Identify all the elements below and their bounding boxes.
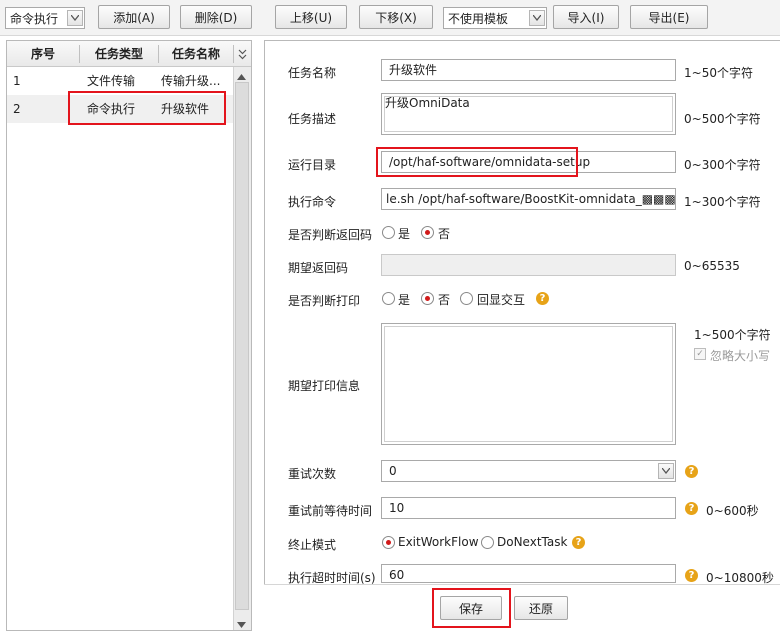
judge-return-yes-label: 是: [398, 227, 411, 241]
expected-return-hint: 0~65535: [684, 259, 740, 273]
expected-return-label: 期望返回码: [288, 261, 349, 275]
judge-print-yes-radio[interactable]: [382, 292, 395, 305]
run-dir-hint: 0~300个字符: [684, 158, 761, 172]
delete-button[interactable]: 删除(D): [180, 5, 252, 29]
retry-wait-label: 重试前等待时间: [288, 504, 373, 518]
task-list: [6, 40, 252, 631]
stop-mode-exit-label: ExitWorkFlow: [398, 535, 479, 549]
import-button-label: 导入(I): [567, 10, 605, 25]
judge-return-no-radio[interactable]: [421, 226, 434, 239]
template-select-value: 不使用模板: [448, 11, 509, 26]
judge-print-label: 是否判断打印: [288, 294, 361, 308]
task-list-header: 序号 任务类型 任务名称: [7, 41, 251, 67]
move-down-button[interactable]: 下移(X): [359, 5, 433, 29]
judge-return-yes-radio[interactable]: [382, 226, 395, 239]
ignore-case-checkbox[interactable]: ✓: [694, 348, 706, 360]
task-desc-textarea[interactable]: 升级OmniData: [381, 93, 676, 135]
stop-mode-exit-radio[interactable]: [382, 536, 395, 549]
exec-cmd-label: 执行命令: [288, 195, 337, 209]
add-button-label: 添加(A): [113, 10, 155, 25]
help-icon[interactable]: ?: [685, 502, 698, 515]
task-type-select-value: 命令执行: [10, 11, 59, 26]
scroll-thumb[interactable]: [235, 82, 249, 610]
export-button[interactable]: 导出(E): [630, 5, 708, 29]
double-chevron-down-icon[interactable]: [234, 41, 251, 67]
chevron-down-icon[interactable]: [658, 463, 674, 479]
expected-return-input[interactable]: [381, 254, 676, 276]
row-index: 1: [13, 74, 21, 88]
task-name-hint: 1~50个字符: [684, 66, 753, 80]
judge-print-echo-radio[interactable]: [460, 292, 473, 305]
delete-button-label: 删除(D): [194, 10, 238, 25]
judge-return-label: 是否判断返回码: [288, 228, 373, 242]
judge-print-yes-label: 是: [398, 293, 411, 307]
retry-count-label: 重试次数: [288, 467, 337, 481]
restore-button-label: 还原: [528, 601, 553, 616]
export-button-label: 导出(E): [648, 10, 690, 25]
header-task-name[interactable]: 任务名称: [159, 41, 233, 67]
help-icon[interactable]: ?: [685, 569, 698, 582]
stop-mode-next-label: DoNextTask: [497, 535, 568, 549]
highlight-box: [68, 91, 226, 125]
stop-mode-label: 终止模式: [288, 538, 337, 552]
judge-print-no-radio[interactable]: [421, 292, 434, 305]
chevron-down-icon[interactable]: [529, 10, 545, 26]
move-up-button[interactable]: 上移(U): [275, 5, 347, 29]
task-desc-hint: 0~500个字符: [684, 112, 761, 126]
highlight-box: [432, 588, 511, 628]
import-button[interactable]: 导入(I): [553, 5, 619, 29]
help-icon[interactable]: ?: [685, 465, 698, 478]
run-dir-label: 运行目录: [288, 158, 337, 172]
judge-print-echo-label: 回显交互: [477, 293, 526, 307]
retry-count-select[interactable]: 0: [381, 460, 676, 482]
help-icon[interactable]: ?: [536, 292, 549, 305]
exec-cmd-hint: 1~300个字符: [684, 195, 761, 209]
help-icon[interactable]: ?: [572, 536, 585, 549]
judge-print-no-label: 否: [438, 293, 451, 307]
expected-print-textarea[interactable]: [381, 323, 676, 445]
task-desc-label: 任务描述: [288, 112, 337, 126]
expected-print-hint: 1~500个字符: [694, 328, 771, 342]
retry-wait-hint: 0~600秒: [706, 504, 759, 518]
move-down-button-label: 下移(X): [375, 10, 417, 25]
judge-return-no-label: 否: [438, 227, 451, 241]
task-name-input[interactable]: 升级软件: [381, 59, 676, 81]
exec-cmd-input[interactable]: le.sh /opt/haf-software/BoostKit-omnidat…: [381, 188, 676, 210]
chevron-down-icon[interactable]: [67, 10, 83, 26]
header-task-type[interactable]: 任务类型: [80, 41, 158, 67]
task-name-label: 任务名称: [288, 66, 337, 80]
header-index[interactable]: 序号: [7, 41, 79, 67]
scroll-up-icon[interactable]: [237, 69, 246, 83]
row-index: 2: [13, 102, 21, 116]
highlight-box: [376, 147, 578, 177]
ignore-case-label: 忽略大小写: [710, 349, 771, 363]
add-button[interactable]: 添加(A): [98, 5, 170, 29]
stop-mode-next-radio[interactable]: [481, 536, 494, 549]
restore-button[interactable]: 还原: [514, 596, 568, 620]
scroll-down-icon[interactable]: [237, 617, 246, 631]
retry-wait-input[interactable]: 10: [381, 497, 676, 519]
move-up-button-label: 上移(U): [289, 10, 333, 25]
timeout-input[interactable]: 60: [381, 564, 676, 583]
expected-print-label: 期望打印信息: [288, 379, 361, 393]
